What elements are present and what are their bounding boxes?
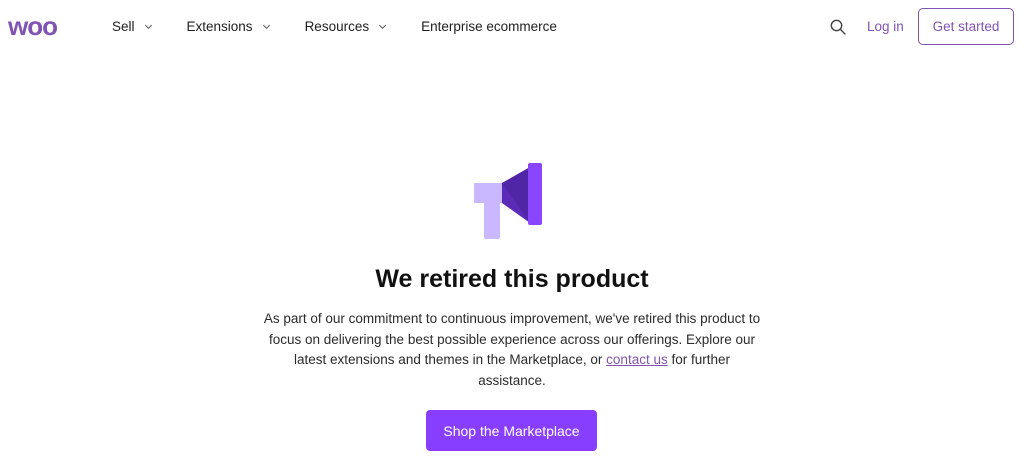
- chevron-down-icon: [144, 24, 152, 30]
- retired-description: As part of our commitment to continuous …: [262, 309, 762, 391]
- login-link[interactable]: Log in: [867, 19, 904, 34]
- nav-item-resources[interactable]: Resources: [305, 19, 388, 34]
- main-nav: Sell Extensions Resources Enterprise eco…: [112, 19, 557, 34]
- nav-item-enterprise-ecommerce[interactable]: Enterprise ecommerce: [421, 19, 557, 34]
- nav-item-label: Sell: [112, 19, 135, 34]
- page-title: We retired this product: [375, 265, 649, 293]
- chevron-down-icon: [379, 24, 387, 30]
- chevron-down-icon: [262, 24, 270, 30]
- nav-item-sell[interactable]: Sell: [112, 19, 153, 34]
- nav-item-label: Resources: [304, 19, 370, 34]
- contact-us-link[interactable]: contact us: [606, 352, 668, 367]
- nav-item-label: Extensions: [186, 19, 253, 34]
- nav-item-extensions[interactable]: Extensions: [187, 19, 271, 34]
- search-icon[interactable]: [829, 18, 847, 36]
- woo-logo[interactable]: woo: [8, 14, 78, 40]
- woo-logo-text: woo: [8, 14, 57, 40]
- megaphone-icon: [474, 163, 542, 239]
- shop-marketplace-button[interactable]: Shop the Marketplace: [426, 410, 597, 451]
- nav-item-label: Enterprise ecommerce: [421, 19, 557, 34]
- site-header: woo Sell Extensions Resources Enterprise…: [0, 0, 1024, 56]
- get-started-button[interactable]: Get started: [918, 8, 1014, 45]
